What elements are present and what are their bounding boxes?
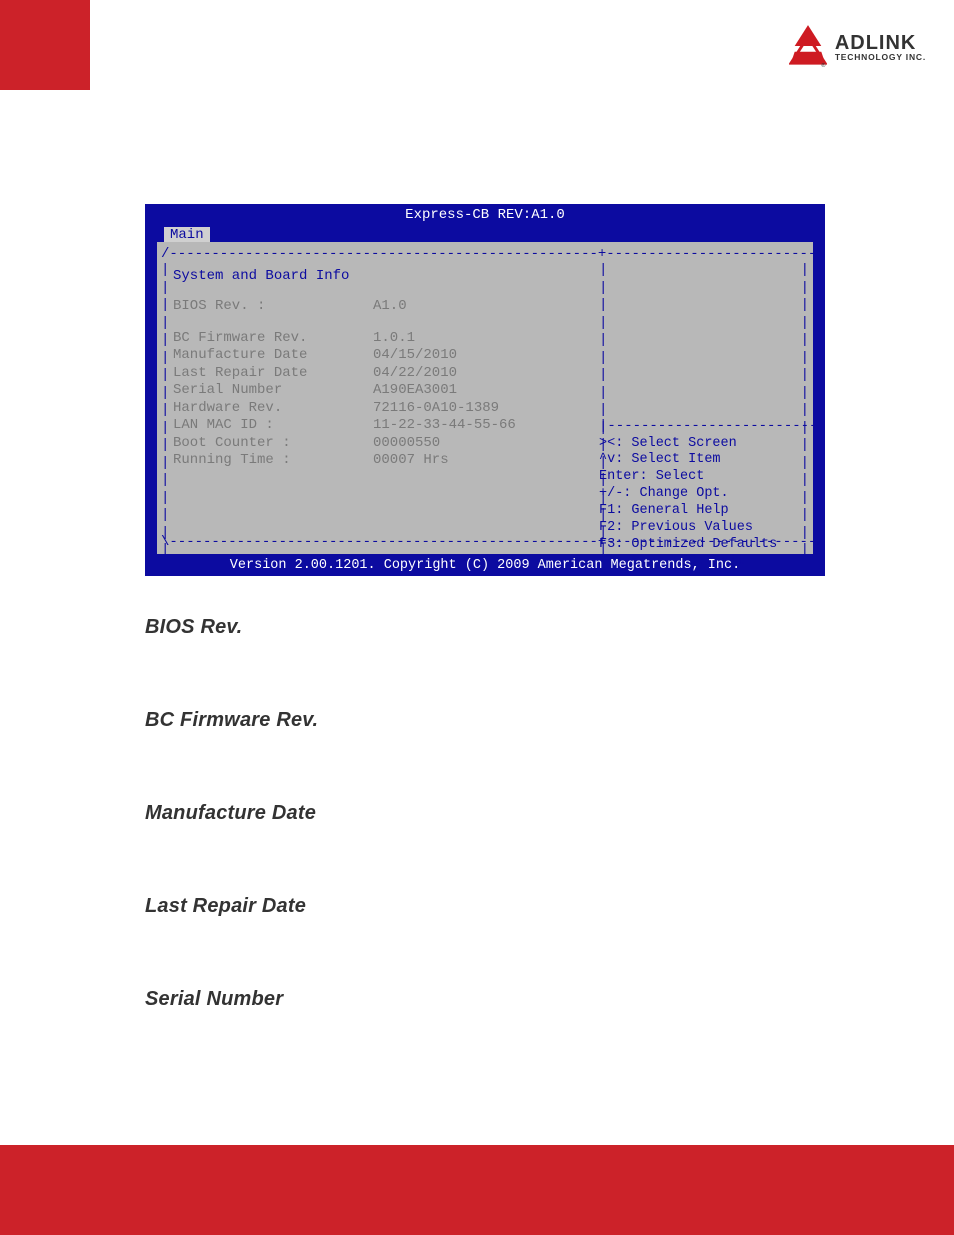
doc-heading: Manufacture Date — [145, 802, 825, 825]
bios-hint: Enter: Select — [599, 469, 801, 486]
doc-headings: BIOS Rev. BC Firmware Rev. Manufacture D… — [145, 616, 825, 1011]
doc-heading: Serial Number — [145, 988, 825, 1011]
bios-row-value: A190EA3001 — [373, 382, 579, 400]
ascii-side-divider: |------------------------- — [599, 418, 801, 436]
bios-row-value: A1.0 — [373, 298, 579, 316]
bios-hint: ^v: Select Item — [599, 452, 801, 469]
brand-name: ADLINK — [835, 33, 926, 53]
corner-accent — [0, 0, 90, 90]
bios-row-label: Boot Counter : — [173, 435, 373, 453]
bios-main-panel: System and Board Info BIOS Rev. : A1.0 B… — [161, 262, 591, 534]
bios-hint: F2: Previous Values — [599, 520, 801, 537]
bios-row-label: Hardware Rev. — [173, 400, 373, 418]
bios-row-label: Running Time : — [173, 452, 373, 470]
ascii-border-top: /---------------------------------------… — [161, 246, 809, 262]
bios-row-label: Manufacture Date — [173, 347, 373, 365]
bios-row-label: Last Repair Date — [173, 365, 373, 383]
bios-hint: F3: Optimized Defaults — [599, 537, 801, 554]
bios-row: Last Repair Date04/22/2010 — [173, 365, 579, 383]
bios-body: /---------------------------------------… — [157, 242, 813, 554]
bios-row-value: 72116-0A10-1389 — [373, 400, 579, 418]
footer-accent — [0, 1145, 954, 1235]
brand-subtitle: TECHNOLOGY INC. — [835, 53, 926, 62]
bios-hint: F1: General Help — [599, 503, 801, 520]
brand-logo: ® ADLINK TECHNOLOGY INC. — [789, 25, 926, 69]
bios-row: Hardware Rev.72116-0A10-1389 — [173, 400, 579, 418]
bios-row-value: 04/15/2010 — [373, 347, 579, 365]
doc-heading: BIOS Rev. — [145, 616, 825, 639]
bios-row-label: Serial Number — [173, 382, 373, 400]
bios-row: Running Time :00007 Hrs — [173, 452, 579, 470]
doc-heading: Last Repair Date — [145, 895, 825, 918]
bios-row: Boot Counter :00000550 — [173, 435, 579, 453]
bios-hint: +/-: Change Opt. — [599, 486, 801, 503]
bios-hint: ><: Select Screen — [599, 436, 801, 453]
bios-row-value: 00000550 — [373, 435, 579, 453]
bios-row-label: BC Firmware Rev. — [173, 330, 373, 348]
bios-screenshot: Express-CB REV:A1.0 Main /--------------… — [145, 204, 825, 576]
bios-section-heading: System and Board Info — [173, 268, 579, 284]
doc-heading: BC Firmware Rev. — [145, 709, 825, 732]
bios-row: Serial NumberA190EA3001 — [173, 382, 579, 400]
bios-row-label: BIOS Rev. : — [173, 298, 373, 316]
bios-row-value: 11-22-33-44-55-66 — [373, 417, 579, 435]
bios-row: Manufacture Date04/15/2010 — [173, 347, 579, 365]
bios-footer: Version 2.00.1201. Copyright (C) 2009 Am… — [145, 558, 825, 573]
bios-row: BIOS Rev. : A1.0 — [173, 298, 579, 316]
bios-row-value: 00007 Hrs — [373, 452, 579, 470]
bios-row-value: 04/22/2010 — [373, 365, 579, 383]
bios-row: BC Firmware Rev.1.0.1 — [173, 330, 579, 348]
bios-title: Express-CB REV:A1.0 — [145, 204, 825, 225]
bios-row: LAN MAC ID :11-22-33-44-55-66 — [173, 417, 579, 435]
bios-row-value: 1.0.1 — [373, 330, 579, 348]
adlink-arrow-icon: ® — [789, 25, 827, 69]
bios-help-panel: |------------------------- ><: Select Sc… — [591, 262, 809, 534]
bios-row-label: LAN MAC ID : — [173, 417, 373, 435]
